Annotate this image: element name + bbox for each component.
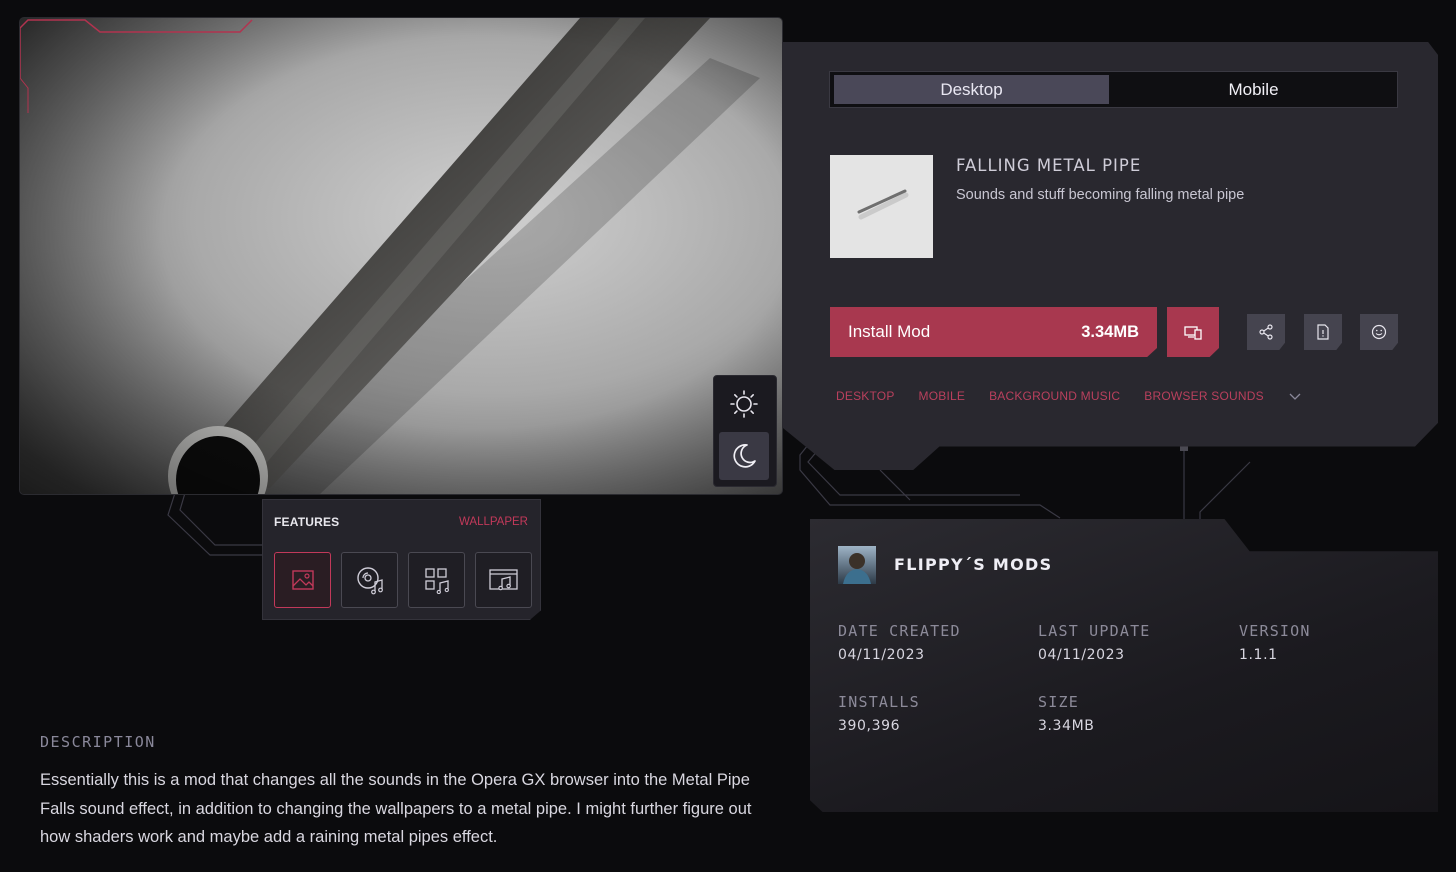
smiley-icon [1371, 324, 1387, 340]
share-button[interactable] [1247, 314, 1285, 350]
stat-label-size: SIZE [1038, 693, 1079, 711]
creator-name[interactable]: FLIPPY´S MODS [894, 555, 1052, 574]
avatar[interactable] [838, 546, 876, 584]
stat-label-installs: INSTALLS [838, 693, 920, 711]
chevron-down-icon[interactable] [1288, 391, 1302, 401]
stat-label-version: VERSION [1239, 622, 1311, 640]
feature-wallpaper-button[interactable] [274, 552, 331, 608]
light-theme-button[interactable] [719, 380, 769, 428]
platform-switch: Desktop Mobile [829, 71, 1398, 108]
stat-value-date-created: 04/11/2023 [838, 647, 925, 663]
metal-pipe-image [20, 18, 782, 494]
mod-tags: DESKTOP MOBILE BACKGROUND MUSIC BROWSER … [836, 389, 1302, 403]
stat-value-size: 3.34MB [1038, 718, 1095, 734]
music-disc-icon [356, 567, 383, 595]
feature-music-button[interactable] [341, 552, 398, 608]
share-icon [1259, 324, 1273, 340]
mod-thumbnail [830, 155, 933, 258]
feature-apps-button[interactable] [408, 552, 465, 608]
stat-label-last-update: LAST UPDATE [1038, 622, 1151, 640]
moon-icon [733, 444, 756, 468]
description-text: Essentially this is a mod that changes a… [40, 771, 752, 846]
stat-value-installs: 390,396 [838, 718, 901, 734]
tab-desktop[interactable]: Desktop [834, 75, 1109, 104]
sun-icon [730, 390, 758, 418]
theme-toggle [713, 375, 777, 487]
device-select-button[interactable] [1167, 307, 1219, 357]
devices-icon [1184, 326, 1202, 340]
tag-desktop[interactable]: DESKTOP [836, 389, 895, 403]
apps-music-icon [424, 568, 449, 594]
mod-title: FALLING METAL PIPE [956, 156, 1142, 175]
description-heading: DESCRIPTION [40, 733, 156, 751]
mod-preview-image [20, 18, 782, 494]
feature-browser-sound-button[interactable] [475, 552, 532, 608]
features-title: FEATURES [274, 515, 340, 529]
features-active-tag: WALLPAPER [458, 516, 528, 528]
stat-value-version: 1.1.1 [1239, 647, 1278, 663]
react-button[interactable] [1360, 314, 1398, 350]
report-button[interactable] [1304, 314, 1342, 350]
install-size: 3.34MB [1081, 322, 1139, 341]
tab-mobile[interactable]: Mobile [1116, 75, 1391, 104]
tag-background-music[interactable]: BACKGROUND MUSIC [989, 389, 1120, 403]
tag-mobile[interactable]: MOBILE [919, 389, 966, 403]
install-mod-button[interactable]: Install Mod 3.34MB [830, 307, 1157, 357]
features-panel: FEATURES WALLPAPER [262, 499, 541, 620]
mod-subtitle: Sounds and stuff becoming falling metal … [956, 187, 1245, 203]
creator-avatar-image [843, 553, 871, 584]
install-label: Install Mod [848, 322, 931, 341]
metal-pipe-thumbnail-icon [857, 189, 909, 220]
document-alert-icon [1317, 324, 1329, 340]
dark-theme-button[interactable] [719, 432, 769, 480]
stat-value-last-update: 04/11/2023 [1038, 647, 1125, 663]
browser-sound-icon [488, 569, 518, 591]
tag-browser-sounds[interactable]: BROWSER SOUNDS [1144, 389, 1263, 403]
wallpaper-icon [291, 570, 314, 590]
stat-label-date-created: DATE CREATED [838, 622, 961, 640]
